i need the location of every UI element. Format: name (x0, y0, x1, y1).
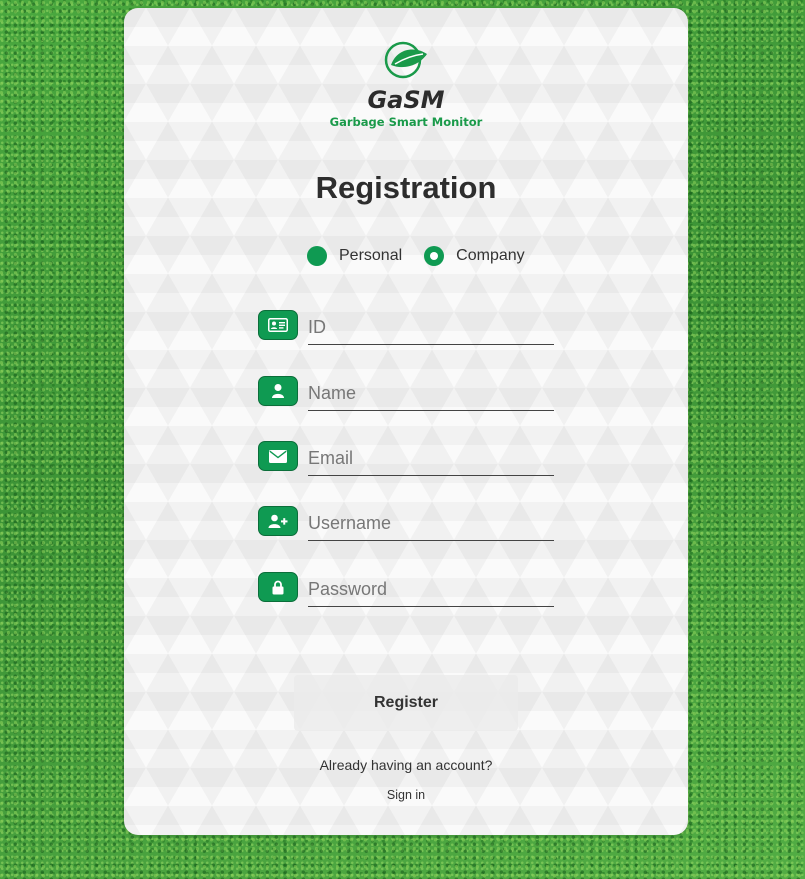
name-field-group (258, 376, 554, 414)
user-icon (258, 376, 298, 406)
radio-checked-icon[interactable] (424, 246, 445, 266)
id-field-group (258, 310, 554, 348)
page-title: Registration (315, 170, 497, 205)
register-button[interactable]: Register (294, 675, 518, 731)
leaf-logo-icon (384, 41, 427, 79)
password-field-group (258, 572, 554, 610)
account-type-radio-group: Personal Company (307, 245, 547, 267)
brand-tagline: Garbage Smart Monitor (329, 115, 483, 129)
envelope-icon (258, 441, 298, 471)
brand-name: GaSM (367, 86, 445, 114)
user-plus-icon (258, 506, 298, 536)
sign-in-link[interactable]: Sign in (124, 788, 688, 802)
username-field-group (258, 506, 554, 544)
radio-unchecked-icon[interactable] (307, 246, 327, 266)
already-have-account-text: Already having an account? (319, 757, 493, 773)
registration-card: GaSM Garbage Smart Monitor Registration … (124, 8, 688, 835)
lock-icon (258, 572, 298, 602)
radio-personal[interactable]: Personal (307, 246, 402, 266)
id-input[interactable] (308, 310, 554, 345)
radio-personal-label: Personal (339, 247, 403, 264)
name-input[interactable] (308, 376, 554, 411)
password-input[interactable] (308, 572, 554, 607)
radio-company-label: Company (456, 247, 525, 264)
id-card-icon (258, 310, 298, 340)
email-input[interactable] (308, 441, 554, 476)
email-field-group (258, 441, 554, 479)
radio-company[interactable]: Company (424, 246, 525, 266)
username-input[interactable] (308, 506, 554, 541)
